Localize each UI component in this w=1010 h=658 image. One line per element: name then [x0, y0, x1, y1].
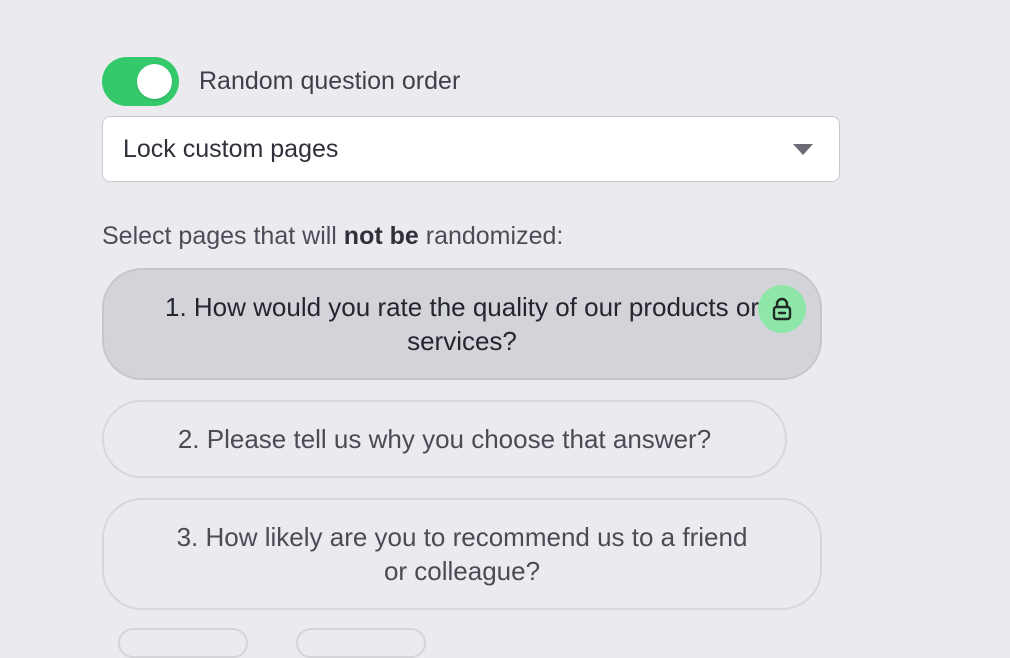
- page-item-1[interactable]: 1. How would you rate the quality of our…: [102, 268, 822, 380]
- page-item-2[interactable]: 2. Please tell us why you choose that an…: [102, 400, 787, 478]
- random-order-label: Random question order: [199, 67, 461, 95]
- page-item-3[interactable]: 3. How likely are you to recommend us to…: [102, 498, 822, 610]
- chevron-down-icon: [793, 143, 813, 155]
- page-item-label: 2. Please tell us why you choose that an…: [177, 424, 712, 454]
- page-item-label: 3. How likely are you to recommend us to…: [176, 522, 748, 586]
- dropdown-value: Lock custom pages: [123, 134, 339, 163]
- instruction-prefix: Select pages that will: [102, 222, 344, 250]
- page-item-label: 1. How would you rate the quality of our…: [165, 292, 759, 356]
- toggle-knob: [137, 64, 172, 99]
- lock-pages-dropdown[interactable]: Lock custom pages: [102, 116, 840, 182]
- lock-icon[interactable]: [758, 285, 806, 333]
- page-item-partial[interactable]: [296, 628, 426, 658]
- random-order-toggle[interactable]: [102, 57, 179, 106]
- instruction-suffix: randomized:: [418, 222, 564, 250]
- page-item-partial[interactable]: [118, 628, 248, 658]
- instruction-text: Select pages that will not be randomized…: [102, 222, 563, 251]
- instruction-emphasis: not be: [343, 222, 419, 250]
- random-order-row: Random question order: [102, 57, 460, 106]
